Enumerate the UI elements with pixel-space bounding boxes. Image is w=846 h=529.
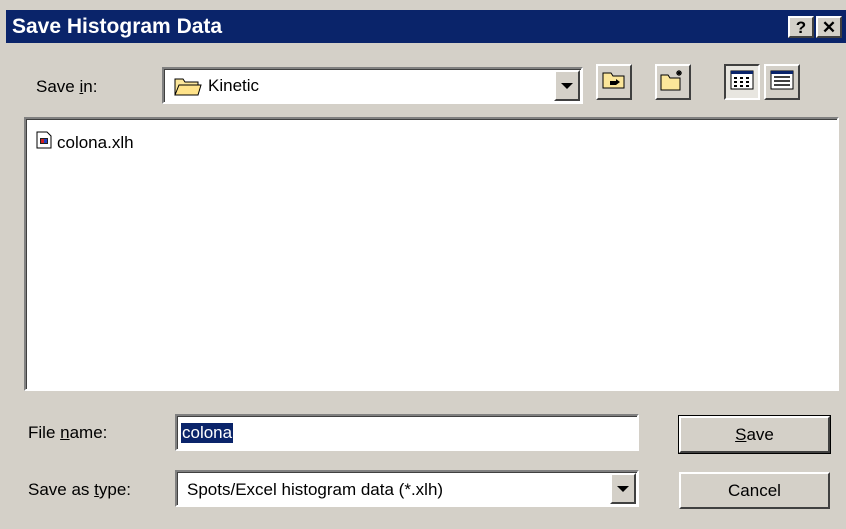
save-in-label: Save in: bbox=[36, 77, 98, 96]
title-bar[interactable]: Save Histogram Data ? ✕ bbox=[6, 10, 846, 43]
file-name-value: colona bbox=[181, 423, 234, 443]
save-as-type-label: Save as type: bbox=[28, 480, 132, 499]
details-view-icon bbox=[770, 70, 794, 95]
file-name-label: File name: bbox=[28, 423, 108, 442]
save-button[interactable]: Save bbox=[678, 415, 831, 454]
file-name: colona.xlh bbox=[57, 132, 134, 152]
save-in-dropdown[interactable]: Kinetic bbox=[162, 67, 583, 104]
save-dialog: Save Histogram Data ? ✕ Save in: Kinetic bbox=[0, 0, 846, 529]
new-folder-icon bbox=[660, 69, 686, 96]
list-view-icon bbox=[730, 70, 754, 95]
dialog-title: Save Histogram Data bbox=[12, 15, 223, 38]
save-as-type-dropdown-button[interactable] bbox=[610, 473, 636, 504]
save-in-dropdown-button[interactable] bbox=[554, 70, 580, 101]
save-as-type-dropdown[interactable]: Spots/Excel histogram data (*.xlh) bbox=[175, 470, 639, 507]
chevron-down-icon bbox=[617, 485, 629, 492]
up-one-level-icon bbox=[602, 70, 626, 95]
list-item[interactable]: colona.xlh bbox=[36, 131, 134, 154]
details-view-button[interactable] bbox=[764, 64, 800, 100]
xlh-file-icon bbox=[36, 131, 52, 154]
cancel-button[interactable]: Cancel bbox=[679, 472, 830, 509]
folder-icon bbox=[174, 75, 202, 102]
up-one-level-button[interactable] bbox=[596, 64, 632, 100]
list-view-button[interactable] bbox=[724, 64, 760, 100]
save-as-type-value: Spots/Excel histogram data (*.xlh) bbox=[187, 480, 444, 499]
file-list[interactable]: colona.xlh bbox=[24, 117, 839, 391]
new-folder-button[interactable] bbox=[655, 64, 691, 100]
close-button[interactable]: ✕ bbox=[816, 16, 842, 38]
chevron-down-icon bbox=[561, 82, 573, 89]
save-in-value: Kinetic bbox=[208, 76, 260, 95]
help-button[interactable]: ? bbox=[788, 16, 814, 38]
file-name-input[interactable]: colona bbox=[175, 414, 639, 451]
